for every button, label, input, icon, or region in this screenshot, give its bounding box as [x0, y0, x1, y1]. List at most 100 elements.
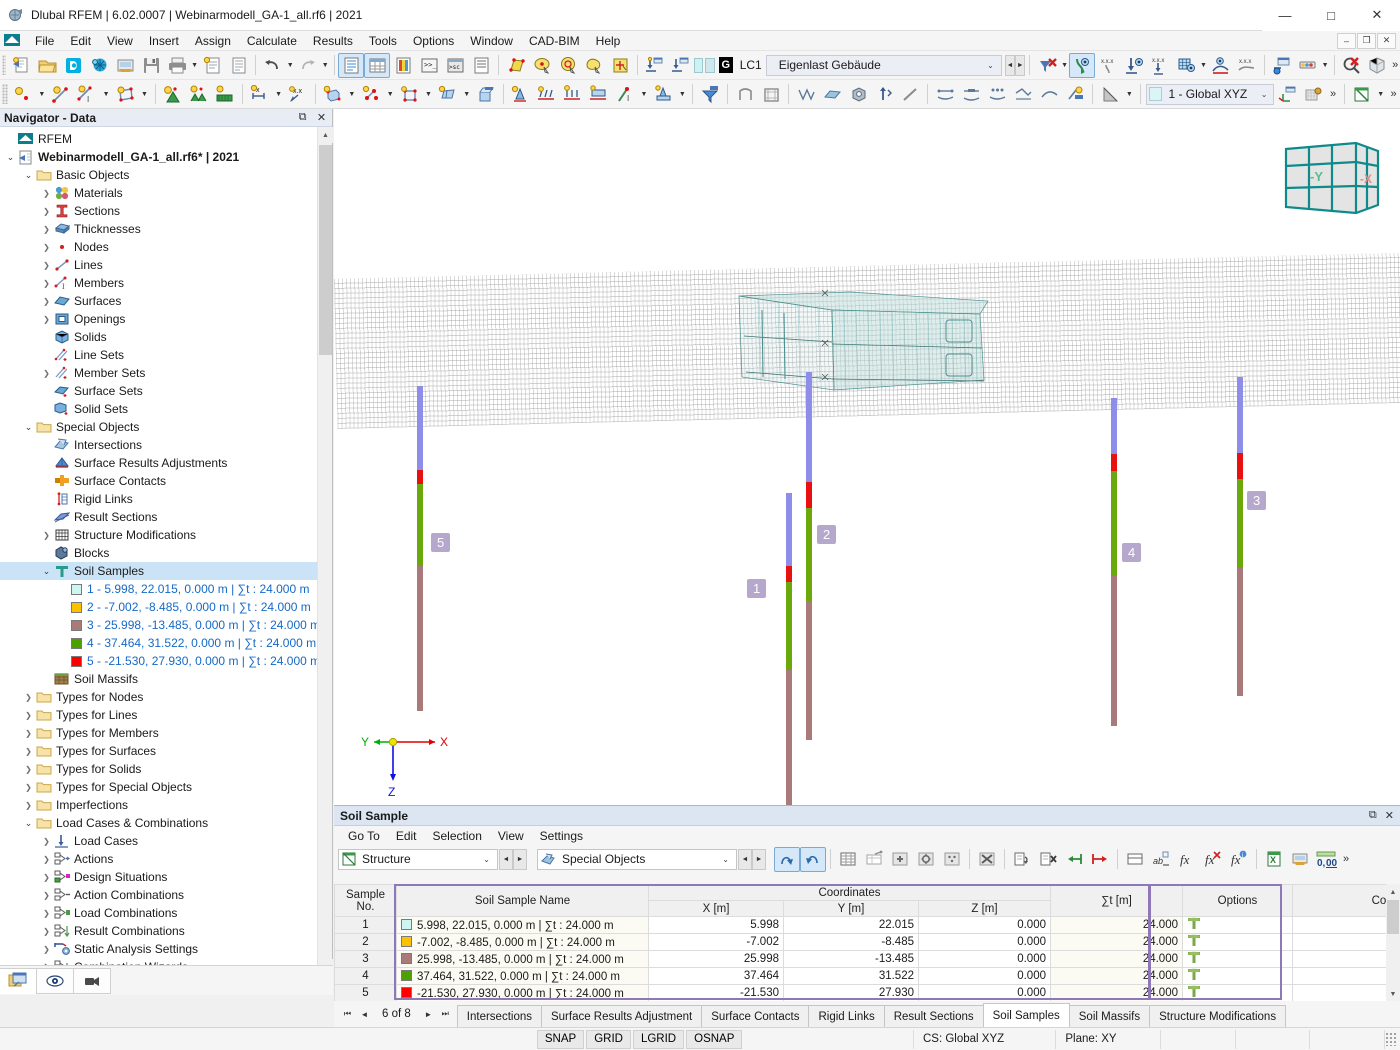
soil-sample-icon[interactable] — [1187, 934, 1201, 950]
save-button[interactable] — [138, 53, 164, 78]
tree-node-solids[interactable]: Solids — [0, 328, 318, 346]
tree-node-1-5-998-22-015-0-000-m-t-24-000-m[interactable]: 1 - 5.998, 22.015, 0.000 m | ∑t : 24.000… — [0, 580, 318, 598]
tree-twisty-collapsed[interactable]: ❯ — [40, 189, 53, 198]
tree-node-soil-samples[interactable]: ⌄ Soil Samples — [0, 562, 318, 580]
new-node-button[interactable] — [10, 82, 36, 107]
tree-twisty-expanded[interactable]: ⌄ — [22, 818, 35, 829]
new-block-button[interactable] — [473, 82, 499, 107]
print-button[interactable] — [164, 53, 190, 78]
undo-button[interactable] — [260, 53, 286, 78]
tree-node-rfem[interactable]: RFEM — [0, 130, 318, 148]
row-settings-button[interactable] — [913, 847, 939, 872]
table-row[interactable]: 3 25.998, -13.485, 0.000 m | ∑t : 24.000 … — [334, 950, 1400, 968]
load-case-select[interactable]: Eigenlast Gebäude ⌄ — [765, 54, 1002, 76]
tree-twisty-collapsed[interactable]: ❯ — [40, 243, 53, 252]
tree-twisty-collapsed[interactable]: ❯ — [40, 945, 53, 954]
print-table-button[interactable] — [1287, 847, 1313, 872]
maximize-button[interactable]: □ — [1308, 0, 1354, 31]
tree-node-thicknesses[interactable]: ❯ Thicknesses — [0, 220, 318, 238]
navigator-close-button[interactable]: ✕ — [315, 111, 328, 124]
dock-menu-selection[interactable]: Selection — [425, 827, 490, 845]
tree-twisty-collapsed[interactable]: ❯ — [40, 369, 53, 378]
cell-z[interactable]: 0.000 — [918, 933, 1051, 951]
menu-insert[interactable]: Insert — [141, 31, 187, 51]
tree-twisty-collapsed[interactable]: ❯ — [40, 225, 53, 234]
table-row[interactable]: 1 5.998, 22.015, 0.000 m | ∑t : 24.000 m5… — [334, 916, 1400, 934]
new-member-support-button[interactable] — [560, 82, 586, 107]
new-surface-load-button[interactable] — [212, 82, 238, 107]
soil-sample-borehole-1[interactable] — [786, 493, 792, 805]
hide-loads-button[interactable]: x.x.x — [1095, 53, 1121, 78]
prev-table-button[interactable]: ◄ — [357, 1004, 372, 1024]
shading-dropdown-arrow[interactable]: ▼ — [1123, 82, 1135, 107]
tree-node-members[interactable]: ❯ I Members — [0, 274, 318, 292]
osnap-toggle[interactable]: OSNAP — [686, 1029, 743, 1049]
scroll-up-arrow[interactable]: ▲ — [318, 127, 333, 143]
col-comment[interactable]: Comment — [1292, 884, 1400, 917]
borehole-label-2[interactable]: 2 — [817, 525, 837, 544]
solid-display-button[interactable] — [845, 82, 871, 107]
special-objects-select[interactable]: Special Objects ⌄ — [537, 848, 737, 870]
col-x[interactable]: X [m] — [648, 900, 784, 917]
new-surface-support-button[interactable] — [586, 82, 612, 107]
tree-twisty-collapsed[interactable]: ❯ — [40, 927, 53, 936]
cell-options[interactable] — [1182, 950, 1293, 968]
dlubal-center-button[interactable] — [60, 53, 86, 78]
tree-twisty-expanded[interactable]: ⌄ — [22, 170, 35, 181]
cell-x[interactable]: -7.002 — [648, 933, 784, 951]
dock-menu-view[interactable]: View — [490, 827, 532, 845]
data-navigator-tab[interactable] — [0, 967, 37, 994]
open-model-button[interactable] — [34, 53, 60, 78]
menu-file[interactable]: File — [27, 31, 62, 51]
tree-node-design-situations[interactable]: ❯ Design Situations — [0, 868, 318, 886]
dock-menu-settings[interactable]: Settings — [532, 827, 591, 845]
tree-node-lines[interactable]: ❯ Lines — [0, 256, 318, 274]
tree-node-5-21-530-27-930-0-000-m-t-24-000-m[interactable]: 5 - -21.530, 27.930, 0.000 m | ∑t : 24.0… — [0, 652, 318, 670]
tree-twisty-collapsed[interactable]: ❯ — [40, 315, 53, 324]
table-row[interactable]: 4 37.464, 31.522, 0.000 m | ∑t : 24.000 m… — [334, 967, 1400, 985]
show-support-reactions-button[interactable] — [1121, 53, 1147, 78]
script-console-button[interactable]: >sc — [442, 53, 468, 78]
bottom-tab-intersections[interactable]: Intersections — [456, 1005, 542, 1027]
menu-options[interactable]: Options — [405, 31, 462, 51]
minimize-button[interactable]: — — [1262, 0, 1308, 31]
tree-node-types-for-members[interactable]: ❯ Types for Members — [0, 724, 318, 742]
edit-coordinate-system-button[interactable] — [1274, 82, 1300, 107]
bottom-tab-surface-contacts[interactable]: Surface Contacts — [701, 1005, 810, 1027]
tree-node-types-for-special-objects[interactable]: ❯ Types for Special Objects — [0, 778, 318, 796]
dock-menu-go-to[interactable]: Go To — [340, 827, 388, 845]
borehole-label-1[interactable]: 1 — [747, 579, 767, 598]
tree-twisty-collapsed[interactable]: ❯ — [40, 909, 53, 918]
menu-help[interactable]: Help — [588, 31, 629, 51]
new-member-hinge-button[interactable]: I — [612, 82, 638, 107]
menu-cad-bim[interactable]: CAD-BIM — [521, 31, 588, 51]
printout-report-button[interactable] — [199, 53, 225, 78]
cell-y[interactable]: 22.015 — [783, 916, 919, 934]
tree-twisty-collapsed[interactable]: ❯ — [22, 747, 35, 756]
select-free-button[interactable] — [581, 53, 607, 78]
tree-node-4-37-464-31-522-0-000-m-t-24-000-m[interactable]: 4 - 37.464, 31.522, 0.000 m | ∑t : 24.00… — [0, 634, 318, 652]
tree-node-blocks[interactable]: Blocks — [0, 544, 318, 562]
col-sample-no[interactable]: Sample No. — [334, 884, 397, 917]
work-plane-button[interactable] — [1300, 82, 1326, 107]
tree-node-surfaces[interactable]: ❯ Surfaces — [0, 292, 318, 310]
new-surface-set-button[interactable] — [435, 82, 461, 107]
scrollbar-thumb[interactable] — [319, 145, 332, 355]
new-member-hinge-dropdown-arrow[interactable]: ▼ — [638, 82, 650, 107]
new-surface-button[interactable] — [112, 82, 138, 107]
cell-x[interactable]: 25.998 — [648, 950, 784, 968]
tree-node-nodes[interactable]: ❯ Nodes — [0, 238, 318, 256]
navigator-scrollbar[interactable]: ▲ ▼ — [317, 127, 333, 975]
result-diagram-button[interactable] — [1269, 53, 1295, 78]
cell-sample-no[interactable]: 1 — [334, 916, 397, 934]
dock-undock-button[interactable]: ⧉ — [1369, 809, 1377, 822]
cell-sample-no[interactable]: 5 — [334, 984, 397, 1002]
cut-row-button[interactable] — [1035, 847, 1061, 872]
select-in-circle-button[interactable] — [555, 53, 581, 78]
bottom-tab-result-sections[interactable]: Result Sections — [883, 1005, 984, 1027]
tree-node-action-combinations[interactable]: ❯ Action Combinations — [0, 886, 318, 904]
tree-twisty-expanded[interactable]: ⌄ — [40, 566, 53, 577]
tree-twisty-expanded[interactable]: ⌄ — [22, 422, 35, 433]
cell-sum-t[interactable]: 24.000 — [1050, 933, 1183, 951]
mesh-button[interactable] — [793, 82, 819, 107]
